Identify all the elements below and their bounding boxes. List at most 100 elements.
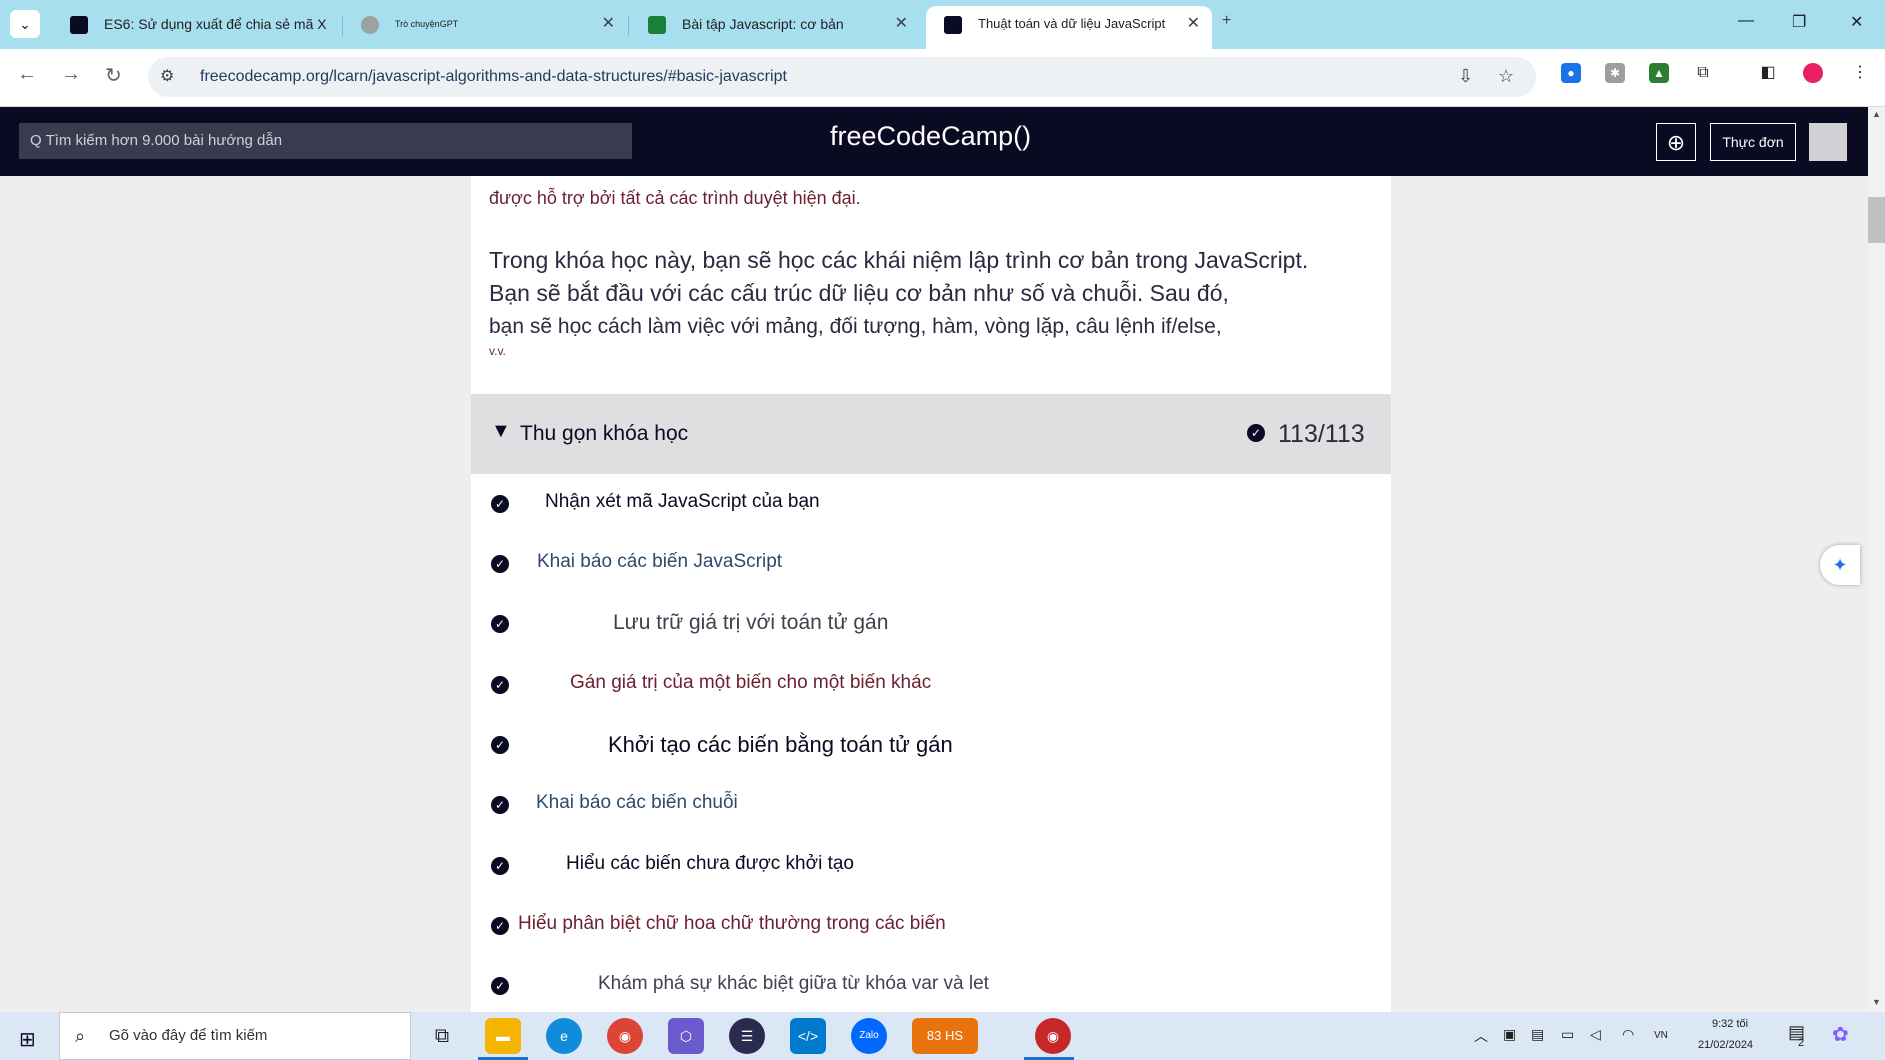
vscode-icon[interactable]: </>	[790, 1018, 826, 1054]
app-badge-icon[interactable]: 83 HS	[912, 1018, 978, 1054]
task-view-icon[interactable]: ⧉	[424, 1018, 460, 1054]
tab-chatgpt[interactable]: Trò chuyệnGPT ✕	[343, 6, 627, 49]
lesson-link[interactable]: Gán giá trị của một biến cho một biến kh…	[570, 672, 931, 694]
scroll-up-arrow-icon[interactable]: ▲	[1872, 109, 1881, 119]
lesson-item[interactable]: ✓ Khai báo các biến chuỗi	[471, 775, 1391, 835]
bookmark-star-icon[interactable]: ☆	[1498, 66, 1514, 87]
app-disc-icon[interactable]: ☰	[729, 1018, 765, 1054]
extension-drop-icon[interactable]: ●	[1561, 63, 1581, 83]
extension-bug-icon[interactable]: ✱	[1605, 63, 1625, 83]
copilot-icon[interactable]: ✿	[1832, 1022, 1849, 1047]
course-content: được hỗ trợ bởi tất cả các trình duyệt h…	[471, 176, 1391, 1012]
windows-taskbar: ⊞ ⌕ Gõ vào đây để tìm kiếm ⧉ ▬ e ◉ ⬡ ☰ <…	[0, 1012, 1885, 1060]
chrome-profile-icon[interactable]: ◉	[1035, 1018, 1071, 1054]
tab-title: ES6: Sử dụng xuất để chia sẻ mã X	[104, 16, 327, 32]
language-indicator[interactable]: VN	[1654, 1030, 1668, 1041]
fcc-favicon-icon	[70, 16, 88, 34]
tab-javascript-exercises[interactable]: Bài tập Javascript: cơ bản ✕	[630, 6, 920, 49]
close-tab-icon[interactable]: ✕	[895, 6, 908, 42]
taskbar-search-box[interactable]: ⌕ Gõ vào đây để tìm kiếm	[59, 1012, 411, 1060]
lesson-item[interactable]: ✓ Lưu trữ giá trị với toán tử gán	[471, 594, 1391, 654]
forward-arrow-icon[interactable]: →	[61, 63, 81, 86]
intro-text-line: được hỗ trợ bởi tất cả các trình duyệt h…	[489, 188, 861, 208]
tab-js-algorithms-active[interactable]: Thuật toán và dữ liệu JavaScript ✕	[926, 6, 1212, 49]
install-app-icon[interactable]: ⇩	[1458, 66, 1473, 87]
lesson-item[interactable]: ✓ Khởi tạo các biến bằng toán tử gán	[471, 715, 1391, 775]
chrome-browser-icon[interactable]: ◉	[607, 1018, 643, 1054]
search-icon: ⌕	[75, 1026, 86, 1046]
tray-chevron-up-icon[interactable]: ︿	[1474, 1026, 1488, 1046]
check-circle-icon: ✓	[491, 857, 509, 875]
profile-avatar-icon[interactable]	[1803, 63, 1823, 83]
scroll-down-arrow-icon[interactable]: ▼	[1872, 997, 1881, 1007]
clock-time[interactable]: 9:32 tối	[1712, 1018, 1748, 1030]
volume-icon[interactable]: ◁	[1590, 1026, 1601, 1043]
url-text[interactable]: freecodecamp.org/lcarn/javascript-algori…	[200, 68, 787, 86]
check-circle-icon: ✓	[491, 555, 509, 573]
language-globe-icon[interactable]: ⊕	[1656, 123, 1696, 161]
site-settings-icon[interactable]: ⚙	[160, 66, 174, 86]
lesson-link[interactable]: Khám phá sự khác biệt giữa từ khóa var v…	[598, 973, 989, 995]
windows-start-icon[interactable]: ⊞	[19, 1027, 36, 1052]
intro-paragraph: Trong khóa học này, bạn sẽ học các khái …	[489, 244, 1369, 343]
lesson-link[interactable]: Hiểu phân biệt chữ hoa chữ thường trong …	[518, 913, 946, 935]
address-bar[interactable]: ⚙ freecodecamp.org/lcarn/javascript-algo…	[148, 57, 1536, 97]
tab-title: Thuật toán và dữ liệu JavaScript	[978, 16, 1166, 31]
side-panel-icon[interactable]: ◧	[1758, 63, 1778, 83]
collapse-course-toggle[interactable]: ▼ Thu gọn khóa học ✓ 113/113	[471, 394, 1391, 474]
lesson-item[interactable]: ✓ Gán giá trị của một biến cho một biến …	[471, 655, 1391, 715]
wifi-icon[interactable]: ◠	[1622, 1026, 1634, 1043]
tab-title: Trò chuyệnGPT	[395, 19, 459, 29]
clock-date[interactable]: 21/02/2024	[1698, 1039, 1753, 1051]
check-circle-icon: ✓	[491, 736, 509, 754]
more-menu-icon[interactable]: ⋮	[1850, 63, 1870, 83]
app-cube-icon[interactable]: ⬡	[668, 1018, 704, 1054]
close-tab-icon[interactable]: ✕	[1187, 6, 1200, 42]
lesson-link[interactable]: Khai báo các biến chuỗi	[536, 792, 738, 814]
file-explorer-icon[interactable]: ▬	[485, 1018, 521, 1054]
minimize-window-icon[interactable]: —	[1738, 12, 1754, 30]
lesson-item[interactable]: ✓ Hiểu phân biệt chữ hoa chữ thường tron…	[471, 896, 1391, 956]
user-avatar[interactable]	[1809, 123, 1847, 161]
back-arrow-icon[interactable]: ←	[17, 63, 37, 86]
lesson-link[interactable]: Lưu trữ giá trị với toán tử gán	[613, 611, 888, 635]
tab-title: Bài tập Javascript: cơ bản	[682, 16, 844, 32]
check-circle-icon: ✓	[491, 676, 509, 694]
close-tab-icon[interactable]: ✕	[602, 6, 615, 42]
check-circle-icon: ✓	[491, 495, 509, 513]
extension-tree-icon[interactable]: ▲	[1649, 63, 1669, 83]
check-circle-icon: ✓	[491, 917, 509, 935]
page-scrollbar[interactable]: ▲ ▼	[1868, 107, 1885, 1012]
lesson-link[interactable]: Khai báo các biến JavaScript	[537, 551, 782, 573]
floating-assistant-icon[interactable]: ✦	[1820, 545, 1860, 585]
browser-toolbar: ← → ↻ ⚙ freecodecamp.org/lcarn/javascrip…	[0, 49, 1885, 107]
notification-count-badge: 2	[1798, 1037, 1805, 1049]
battery-icon[interactable]: ▭	[1561, 1026, 1574, 1043]
lesson-link[interactable]: Nhận xét mã JavaScript của bạn	[545, 491, 820, 513]
extensions-puzzle-icon[interactable]: ⧉	[1693, 63, 1713, 83]
lesson-item[interactable]: ✓ Khai báo các biến JavaScript	[471, 534, 1391, 594]
check-circle-icon: ✓	[491, 977, 509, 995]
lesson-item[interactable]: ✓ Khám phá sự khác biệt giữa từ khóa var…	[471, 956, 1391, 1012]
lesson-item[interactable]: ✓ Hiểu các biến chưa được khởi tạo	[471, 836, 1391, 896]
close-window-icon[interactable]: ✕	[1850, 12, 1863, 32]
course-progress-count: 113/113	[1278, 420, 1365, 448]
tray-app-icon[interactable]: ▣	[1503, 1026, 1516, 1043]
tray-app-icon[interactable]: ▤	[1531, 1026, 1544, 1043]
edge-browser-icon[interactable]: e	[546, 1018, 582, 1054]
zalo-icon[interactable]: Zalo	[851, 1018, 887, 1054]
lesson-link[interactable]: Khởi tạo các biến bằng toán tử gán	[608, 732, 953, 758]
restore-window-icon[interactable]: ❐	[1792, 12, 1806, 32]
menu-button[interactable]: Thực đơn	[1710, 123, 1796, 161]
check-circle-icon: ✓	[491, 615, 509, 633]
lesson-link[interactable]: Hiểu các biến chưa được khởi tạo	[566, 853, 854, 875]
new-tab-button[interactable]: +	[1222, 12, 1231, 30]
lesson-item[interactable]: ✓ Nhận xét mã JavaScript của bạn	[471, 474, 1391, 534]
scrollbar-thumb[interactable]	[1868, 197, 1885, 243]
tab-es6-export[interactable]: ES6: Sử dụng xuất để chia sẻ mã X	[52, 6, 342, 49]
collapse-course-label: Thu gọn khóa học	[520, 422, 689, 445]
tab-search-button[interactable]: ⌄	[10, 10, 40, 38]
reload-icon[interactable]: ↻	[105, 63, 122, 88]
fcc-logo[interactable]: freeCodeCamp()	[830, 121, 1031, 152]
fcc-search-input[interactable]: Q Tìm kiếm hơn 9.000 bài hướng dẫn	[19, 123, 632, 159]
